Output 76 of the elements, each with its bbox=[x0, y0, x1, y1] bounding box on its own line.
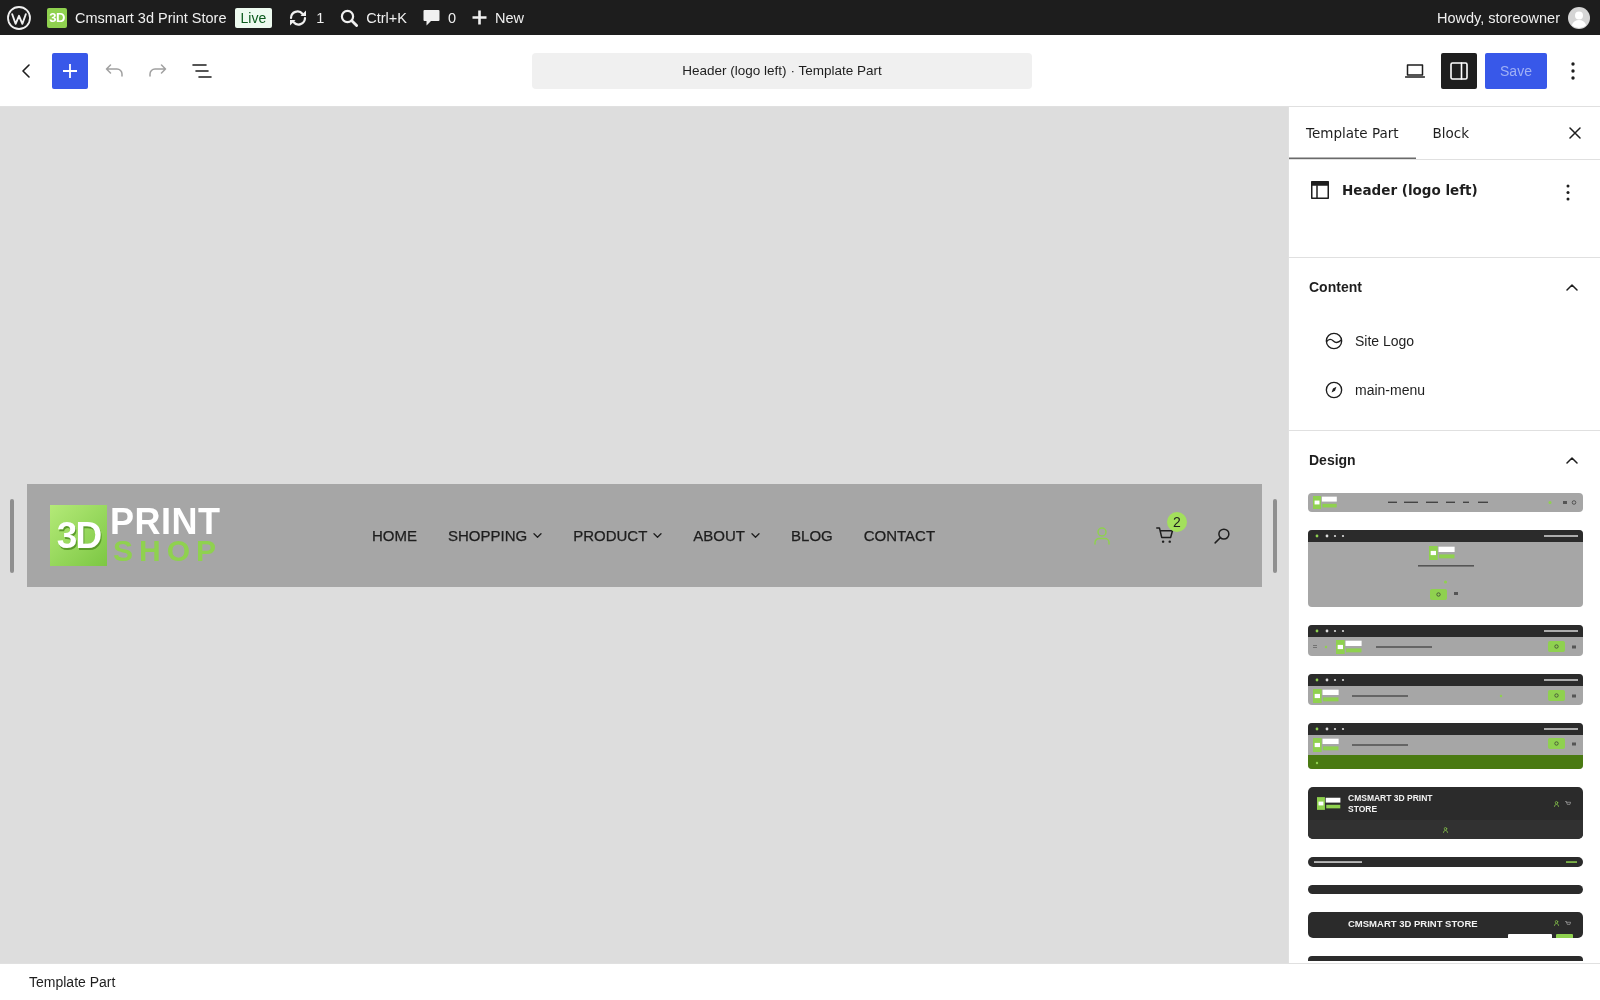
list-view-icon bbox=[192, 63, 212, 78]
chevron-down-icon bbox=[653, 533, 663, 538]
more-vertical-icon bbox=[1566, 183, 1570, 201]
add-block-button[interactable] bbox=[52, 52, 88, 89]
breadcrumb-button[interactable]: Template Part bbox=[29, 974, 116, 990]
chevron-down-icon bbox=[533, 533, 543, 538]
logo-icon bbox=[1317, 797, 1341, 810]
user-icon bbox=[1554, 920, 1559, 926]
pattern-preview[interactable] bbox=[1308, 625, 1583, 656]
plus-icon bbox=[63, 63, 77, 78]
redo-icon bbox=[149, 64, 167, 77]
search-icon bbox=[340, 8, 359, 27]
logo-link[interactable] bbox=[7, 5, 31, 30]
compass-icon bbox=[1325, 380, 1343, 399]
panel-toggle[interactable]: Design bbox=[1289, 431, 1600, 489]
site-title: CMSMART 3D PRINT STORE bbox=[1348, 792, 1434, 815]
menu-link[interactable]: CONTACT bbox=[863, 527, 936, 544]
user-icon bbox=[1554, 800, 1559, 807]
panel-toggle[interactable]: Content bbox=[1289, 258, 1600, 316]
pattern-preview[interactable] bbox=[1308, 530, 1583, 607]
card-title: Header (logo left) bbox=[1342, 182, 1478, 198]
updates-link[interactable]: 1 bbox=[288, 8, 325, 27]
more-vertical-icon bbox=[1571, 61, 1575, 80]
block-list-item[interactable]: Site Logo bbox=[1289, 316, 1600, 365]
site-icon: 3D bbox=[47, 7, 67, 28]
logo-icon bbox=[7, 5, 31, 30]
search-link[interactable]: Ctrl+K bbox=[340, 8, 407, 27]
sidebar-icon bbox=[1450, 61, 1468, 80]
pattern-preview[interactable] bbox=[1308, 723, 1583, 769]
pattern-preview[interactable]: CMSMART 3D PRINT STORE bbox=[1308, 912, 1583, 938]
input-field bbox=[1508, 934, 1552, 938]
menu-link[interactable]: ABOUT bbox=[693, 527, 761, 544]
undo-icon bbox=[105, 64, 123, 77]
menu-link[interactable]: HOME bbox=[372, 527, 417, 544]
settings-toggle-button[interactable] bbox=[1441, 52, 1477, 89]
logo-text: SHOP bbox=[112, 537, 222, 564]
resize-handle[interactable] bbox=[10, 498, 14, 573]
pattern-preview[interactable] bbox=[1308, 674, 1583, 705]
chevron-left-icon bbox=[22, 63, 30, 78]
comments-link[interactable]: 0 bbox=[422, 9, 457, 26]
tab[interactable]: Block bbox=[1415, 107, 1487, 159]
block-list-item[interactable]: main-menu bbox=[1289, 365, 1600, 414]
cart-icon bbox=[1156, 527, 1174, 544]
cart-icon bbox=[1565, 801, 1571, 806]
pattern-preview[interactable]: CMSMART 3D PRINT STORE bbox=[1308, 787, 1583, 839]
menu-link[interactable]: PRODUCT bbox=[573, 527, 663, 544]
chevron-up-icon bbox=[1566, 283, 1578, 291]
logo-text: PRINT bbox=[109, 507, 222, 537]
plus-icon bbox=[472, 10, 488, 25]
tab[interactable]: Template Part bbox=[1289, 107, 1416, 159]
search-button bbox=[1556, 934, 1573, 938]
comment-icon bbox=[422, 9, 440, 26]
site-title: CMSMART 3D PRINT STORE bbox=[1348, 917, 1478, 929]
pattern-preview[interactable] bbox=[1308, 857, 1583, 867]
cart-icon bbox=[1565, 920, 1571, 926]
chevron-down-icon bbox=[751, 533, 761, 538]
account-link[interactable]: Howdy, storeowner bbox=[1436, 6, 1590, 29]
template-part-icon bbox=[1311, 181, 1329, 199]
search-icon bbox=[1214, 527, 1230, 544]
close-icon bbox=[1569, 127, 1581, 139]
resize-handle[interactable] bbox=[1273, 498, 1277, 573]
user-icon bbox=[1443, 826, 1448, 833]
sync-icon bbox=[288, 8, 309, 27]
status-badge: Live bbox=[234, 7, 273, 28]
new-link[interactable]: New bbox=[472, 9, 525, 26]
logo-mark: 3D bbox=[50, 505, 107, 566]
chevron-up-icon bbox=[1566, 456, 1578, 464]
laptop-icon bbox=[1405, 63, 1425, 78]
site-name-link[interactable]: Cmsmart 3d Print Store bbox=[75, 9, 227, 26]
site-logo-icon bbox=[1325, 331, 1343, 350]
cart-count-badge: 2 bbox=[1167, 512, 1187, 532]
menu-link[interactable]: BLOG bbox=[791, 527, 833, 544]
menu-link[interactable]: SHOPPING bbox=[448, 527, 543, 544]
document-title-bar[interactable]: Header (logo left) · Template Part bbox=[532, 52, 1032, 89]
avatar-icon bbox=[1568, 6, 1590, 29]
user-icon bbox=[1094, 526, 1110, 545]
